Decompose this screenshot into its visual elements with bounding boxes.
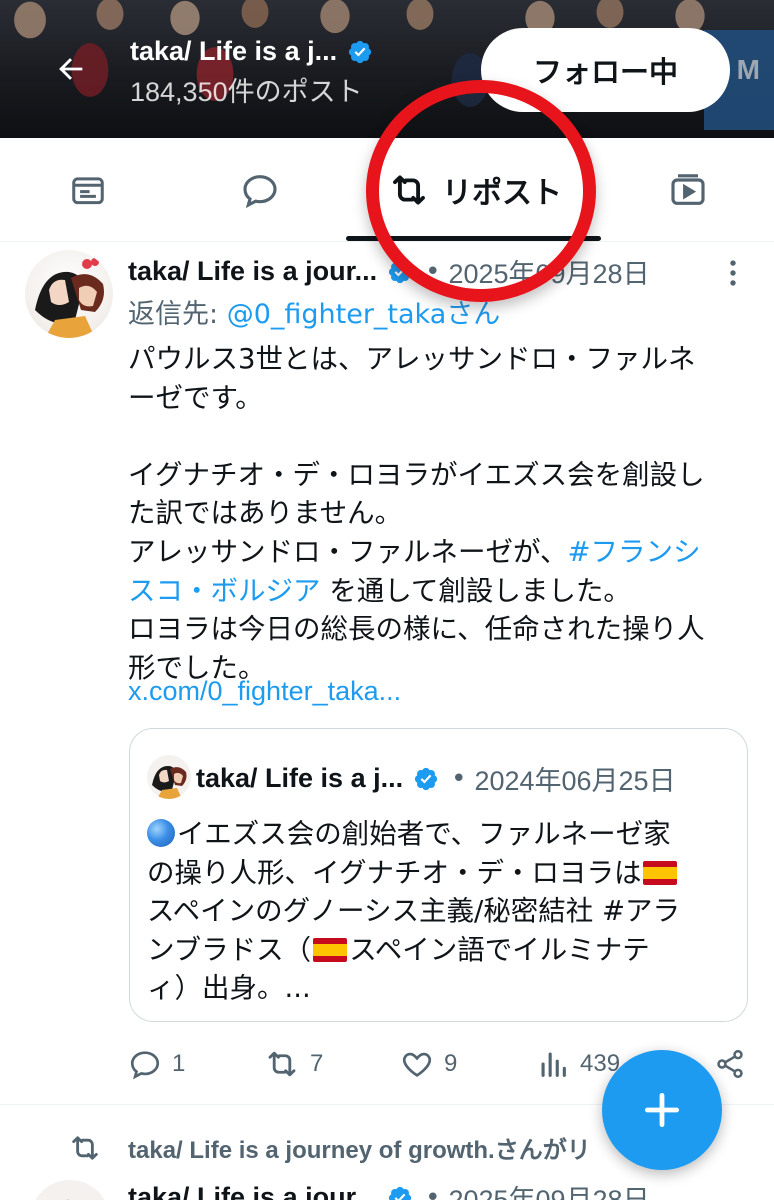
post-text-line: イグナチオ・デ・ロヨラがイエズス会を創設し xyxy=(128,458,705,491)
quote-text-line: スペインのグノーシス主義/秘密結社 #アラ xyxy=(147,895,681,927)
reply-bubble-icon xyxy=(243,175,277,209)
post-text-line: スコ・ボルジア を通して創設しました。 xyxy=(128,572,748,611)
reply-to-line: 返信先: @0_fighter_takaさん xyxy=(128,292,500,331)
quoted-post-body: イエズス会の創始者で、ファルネーゼ家 の操り人形、イグナチオ・デ・ロヨラは スペ… xyxy=(147,815,737,1008)
avatar-illustration xyxy=(152,765,187,799)
compose-post-button[interactable] xyxy=(602,1050,722,1170)
plus-icon xyxy=(644,1092,680,1128)
reply-handle-link[interactable]: @0_fighter_takaさん xyxy=(227,299,501,330)
post-text-fragment: アレッサンドロ・ファルネーゼが、 xyxy=(128,535,568,568)
profile-name: taka/ Life is a j... xyxy=(130,36,338,66)
tab-replies[interactable] xyxy=(210,138,310,242)
repost-context-label[interactable]: taka/ Life is a journey of growth.さんがリ xyxy=(128,1130,591,1165)
separator-dot: • xyxy=(451,763,467,794)
quoted-post-date: 2024年06月25日 xyxy=(474,766,676,796)
avatar-illustration xyxy=(35,258,104,338)
post-text-line: ーゼです。 xyxy=(128,381,263,414)
share-icon xyxy=(717,1049,743,1079)
more-vertical-icon xyxy=(730,260,736,286)
verified-badge-icon xyxy=(388,1186,412,1200)
avatar-illustration xyxy=(69,1199,70,1200)
active-tab-indicator xyxy=(346,236,601,241)
reply-count: 1 xyxy=(172,1050,186,1077)
heart-icon xyxy=(402,1052,432,1077)
quote-text-line: ンブラドス（ スペイン語でイルミナテ xyxy=(147,933,650,966)
verified-badge-icon xyxy=(348,40,372,63)
repost-icon xyxy=(268,1051,296,1077)
separator-dot: • xyxy=(425,256,441,287)
back-arrow-icon xyxy=(59,58,83,80)
post-text-fragment: を通して創設しました。 xyxy=(320,574,631,607)
post-body: パウルス3世とは、アレッサンドロ・ファルネ ーゼです。 イグナチオ・デ・ロヨラが… xyxy=(128,340,748,687)
quoted-post-header: taka/ Life is a j... • 2024年06月25日 xyxy=(196,759,676,798)
quoted-post-card[interactable]: taka/ Life is a j... • 2024年06月25日 イエズス会… xyxy=(129,728,748,1022)
tab-videos[interactable] xyxy=(638,138,738,242)
following-button[interactable]: フォロー中 xyxy=(481,28,730,112)
views-button[interactable]: 439 xyxy=(536,1040,620,1088)
tab-reposts-label: リポスト xyxy=(442,176,562,211)
quote-text-line: の操り人形、イグナチオ・デ・ロヨラは xyxy=(147,854,737,893)
quote-text-line: ィ）出身。... xyxy=(147,972,311,1004)
post-text-line: アレッサンドロ・ファルネーゼが、#フランシ xyxy=(128,533,748,572)
views-bar-chart-icon xyxy=(541,1052,566,1077)
back-button[interactable] xyxy=(46,44,96,94)
spain-flag-icon xyxy=(313,937,348,962)
repost-icon xyxy=(72,1135,98,1160)
author-name[interactable]: taka/ Life is a jour... xyxy=(128,256,377,287)
quoted-author-name: taka/ Life is a j... xyxy=(196,763,404,793)
post-text-line: ロヨラは今日の総長の様に、任命された操り人 xyxy=(128,613,705,646)
spain-flag-icon xyxy=(643,860,678,885)
reply-button[interactable]: 1 xyxy=(128,1040,185,1088)
repost-context: taka/ Life is a journey of growth.さんがリ xyxy=(68,1130,591,1165)
tab-articles[interactable] xyxy=(38,138,138,242)
post-header: taka/ Life is a jour... • 2025年09月28日 xyxy=(128,252,650,291)
article-icon xyxy=(72,177,104,205)
hashtag-link[interactable]: #フランシ xyxy=(567,536,700,568)
post-url-link[interactable]: x.com/0_fighter_taka... xyxy=(128,676,401,707)
post-text-line: パウルス3世とは、アレッサンドロ・ファルネ xyxy=(128,343,696,375)
repost-count: 7 xyxy=(310,1050,324,1077)
profile-tabs: リポスト xyxy=(0,138,774,242)
reply-prefix: 返信先: xyxy=(128,299,227,330)
hashtag-link[interactable]: スコ・ボルジア xyxy=(128,575,321,607)
post-count: 184,350件のポスト xyxy=(130,77,363,107)
repost-button[interactable]: 7 xyxy=(264,1040,323,1088)
post-date[interactable]: 2025年09月28日 xyxy=(448,1178,649,1200)
more-options-button[interactable] xyxy=(716,256,750,290)
share-button[interactable] xyxy=(714,1040,746,1088)
tab-reposts[interactable]: リポスト xyxy=(360,138,590,242)
author-avatar[interactable] xyxy=(25,250,113,338)
post-date[interactable]: 2025年09月28日 xyxy=(448,252,649,291)
verified-badge-icon xyxy=(414,767,438,790)
author-avatar[interactable] xyxy=(30,1180,110,1200)
header-title: taka/ Life is a j... xyxy=(130,36,373,67)
post-header: taka/ Life is a jour... • 2025年09月28日 xyxy=(128,1178,650,1200)
verified-badge-icon xyxy=(388,260,412,283)
like-button[interactable]: 9 xyxy=(400,1040,457,1088)
globe-emoji-icon xyxy=(147,819,175,847)
author-name[interactable]: taka/ Life is a jour... xyxy=(128,1182,377,1200)
post-text-line: た訳ではありません。 xyxy=(128,497,403,530)
quote-text-line: イエズス会の創始者で、ファルネーゼ家 xyxy=(147,815,737,854)
reply-icon xyxy=(130,1051,160,1080)
separator-dot: • xyxy=(425,1182,441,1200)
repost-icon xyxy=(393,175,425,205)
quoted-author-avatar xyxy=(147,755,191,799)
like-count: 9 xyxy=(444,1050,458,1077)
video-icon xyxy=(671,174,705,205)
